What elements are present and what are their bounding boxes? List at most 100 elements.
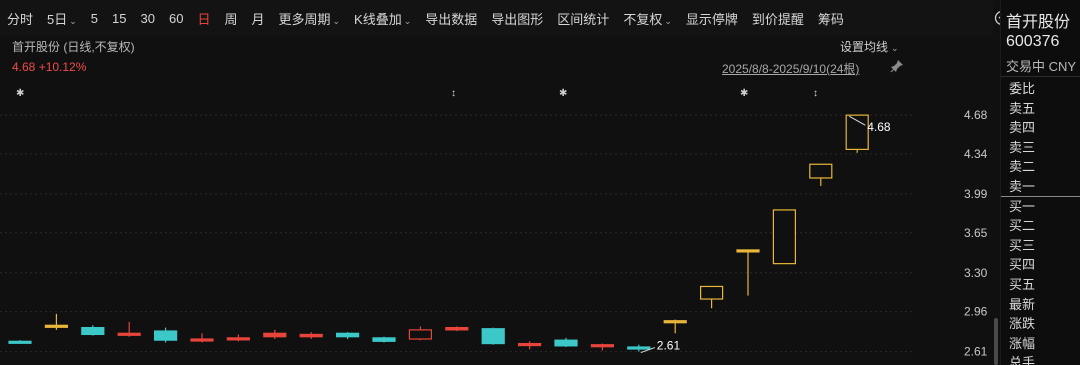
quote-row-label: 卖一: [1009, 178, 1036, 194]
toolbar-item[interactable]: 区间统计: [550, 9, 616, 28]
toolbar-item[interactable]: 导出数据: [418, 9, 484, 28]
quote-row-label: 买四: [1009, 257, 1036, 273]
toolbar-item[interactable]: 5日 ⌄: [40, 9, 84, 28]
toolbar-item[interactable]: 分时: [0, 9, 40, 28]
quote-row-label: 卖四: [1009, 120, 1036, 136]
y-tick-label: 2.61: [964, 345, 988, 359]
toolbar-item[interactable]: 60: [162, 11, 190, 26]
chevron-down-icon: ⌄: [891, 43, 899, 53]
price-change: 4.68 +10.12%: [12, 60, 87, 74]
quote-row-label: 买三: [1009, 237, 1036, 253]
toolbar-item[interactable]: 30: [134, 11, 162, 26]
toolbar-item-label: 导出图形: [491, 11, 544, 27]
toolbar-item-label: 不复权: [623, 11, 663, 27]
toolbar-item-label: 更多周期: [278, 11, 331, 27]
quote-row-label: 涨跌: [1009, 316, 1036, 332]
event-marker-icon[interactable]: ✱: [559, 88, 567, 99]
candle-body: [554, 339, 578, 347]
ma-setting-label: 设置均线: [840, 40, 889, 54]
y-tick-label: 3.30: [964, 266, 988, 280]
candle-body: [590, 344, 615, 348]
candle-body: [190, 338, 214, 342]
quote-row-label: 卖二: [1009, 159, 1036, 175]
toolbar-item[interactable]: 周: [217, 9, 244, 28]
chevron-down-icon: ⌄: [664, 15, 672, 26]
toolbar-item-label: 周: [224, 11, 238, 27]
event-marker-icon[interactable]: ↕: [451, 88, 456, 99]
toolbar-item-label: 30: [140, 10, 155, 26]
toolbar-item-label: 显示停牌: [685, 11, 738, 27]
candle-body: [627, 346, 651, 350]
chevron-down-icon: ⌄: [403, 15, 412, 26]
kline-chart[interactable]: 4.68 4.34 3.99 3.65 3.30 2.96 2.61 4.68 2.61: [0, 100, 993, 365]
toolbar-item[interactable]: 显示停牌: [679, 9, 745, 28]
candle-body: [663, 320, 687, 324]
y-tick-label: 4.34: [964, 147, 988, 161]
candle-body: [81, 326, 105, 336]
toolbar-item-label: 15: [112, 10, 127, 26]
high-annotation: 4.68: [867, 120, 891, 134]
toolbar-item[interactable]: 筹码: [811, 9, 851, 28]
toolbar-item-label: 60: [168, 10, 184, 26]
candle-body: [699, 285, 724, 300]
quote-row-label: 买五: [1009, 276, 1036, 292]
quote-sidebar: 首开股份 600376 交易中 CNY 委比 卖五 卖四 卖三 卖二 卖一 买一 买二 买三 买四…: [1000, 0, 1080, 365]
toolbar-item-label: 筹码: [817, 11, 844, 27]
toolbar-item-label: K线叠加: [354, 11, 402, 27]
pin-icon[interactable]: [890, 59, 904, 78]
chevron-down-icon: ⌄: [332, 15, 341, 26]
candle-body: [372, 337, 396, 342]
toolbar-item-label: 到价提醒: [751, 11, 804, 27]
quote-row-label: 最新: [1009, 296, 1036, 312]
y-tick-label: 3.99: [964, 187, 988, 201]
chart-header: 首开股份 (日线,不复权) 4.68 +10.12% 设置均线 ⌄ 2025/8/…: [0, 36, 993, 96]
toolbar-item[interactable]: 更多周期 ⌄: [271, 9, 347, 28]
chart-toolbar: 分时 5日 ⌄ 5 15 30 60 日周月更多周期 ⌄ K线叠加 ⌄ 导出数据 导出图形 区间统计 不复权…: [0, 0, 993, 36]
y-tick-label: 4.68: [964, 108, 988, 122]
event-marker-icon[interactable]: ↕: [813, 88, 818, 99]
quote-row-label: 总手: [1009, 355, 1036, 365]
toolbar-item[interactable]: K线叠加 ⌄: [347, 9, 418, 28]
candle-body: [44, 324, 69, 328]
candle-body: [517, 342, 542, 347]
stock-code: 600376: [1006, 33, 1060, 50]
toolbar-item-label: 月: [251, 11, 265, 27]
toolbar-item-label: 日: [197, 11, 211, 27]
candle-body: [336, 332, 360, 338]
toolbar-item-label: 分时: [7, 11, 34, 27]
candle-body: [809, 163, 833, 179]
event-marker-icon[interactable]: ✱: [740, 88, 748, 99]
candle-body: [154, 330, 178, 341]
toolbar-item[interactable]: 到价提醒: [745, 9, 811, 28]
quote-row-label: 买一: [1009, 198, 1036, 214]
toolbar-item[interactable]: 15: [105, 11, 133, 26]
ma-setting-dropdown[interactable]: 设置均线 ⌄: [840, 38, 899, 55]
candle-body: [263, 332, 287, 338]
toolbar-item[interactable]: 不复权 ⌄: [616, 9, 679, 28]
candle-body: [8, 340, 32, 344]
candle-body: [408, 329, 432, 340]
candle-body: [117, 332, 141, 336]
toolbar-item[interactable]: 导出图形: [484, 9, 550, 28]
candle-body: [226, 337, 250, 341]
candle-body: [481, 328, 505, 345]
event-marker-icon[interactable]: ✱: [16, 88, 24, 99]
toolbar-item[interactable]: 月: [244, 9, 271, 28]
candle-body: [736, 249, 760, 253]
quote-row-label: 卖三: [1009, 139, 1036, 155]
bid-ask-divider: [1001, 196, 1080, 197]
toolbar-item[interactable]: 5: [84, 11, 105, 26]
quote-rows: 委比 卖五 卖四 卖三 卖二 卖一 买一 买二 买三 买四 买五 最新 涨跌 涨幅 总手: [1009, 79, 1035, 365]
toolbar-item-label: 导出数据: [425, 11, 478, 27]
sidebar-divider: [1001, 76, 1080, 77]
toolbar-item-label: 区间统计: [557, 11, 610, 27]
toolbar-item-label: 5: [90, 10, 99, 26]
toolbar-item-label: 5日: [47, 11, 68, 27]
candle-body: [299, 333, 323, 338]
chart-scrollbar[interactable]: [994, 318, 998, 365]
low-annotation: 2.61: [657, 339, 681, 353]
range-info-link[interactable]: 2025/8/8-2025/9/10(24根): [722, 60, 859, 77]
candle-body: [772, 209, 797, 265]
chart-title: 首开股份 (日线,不复权): [12, 40, 135, 54]
toolbar-item[interactable]: 日: [190, 9, 217, 28]
